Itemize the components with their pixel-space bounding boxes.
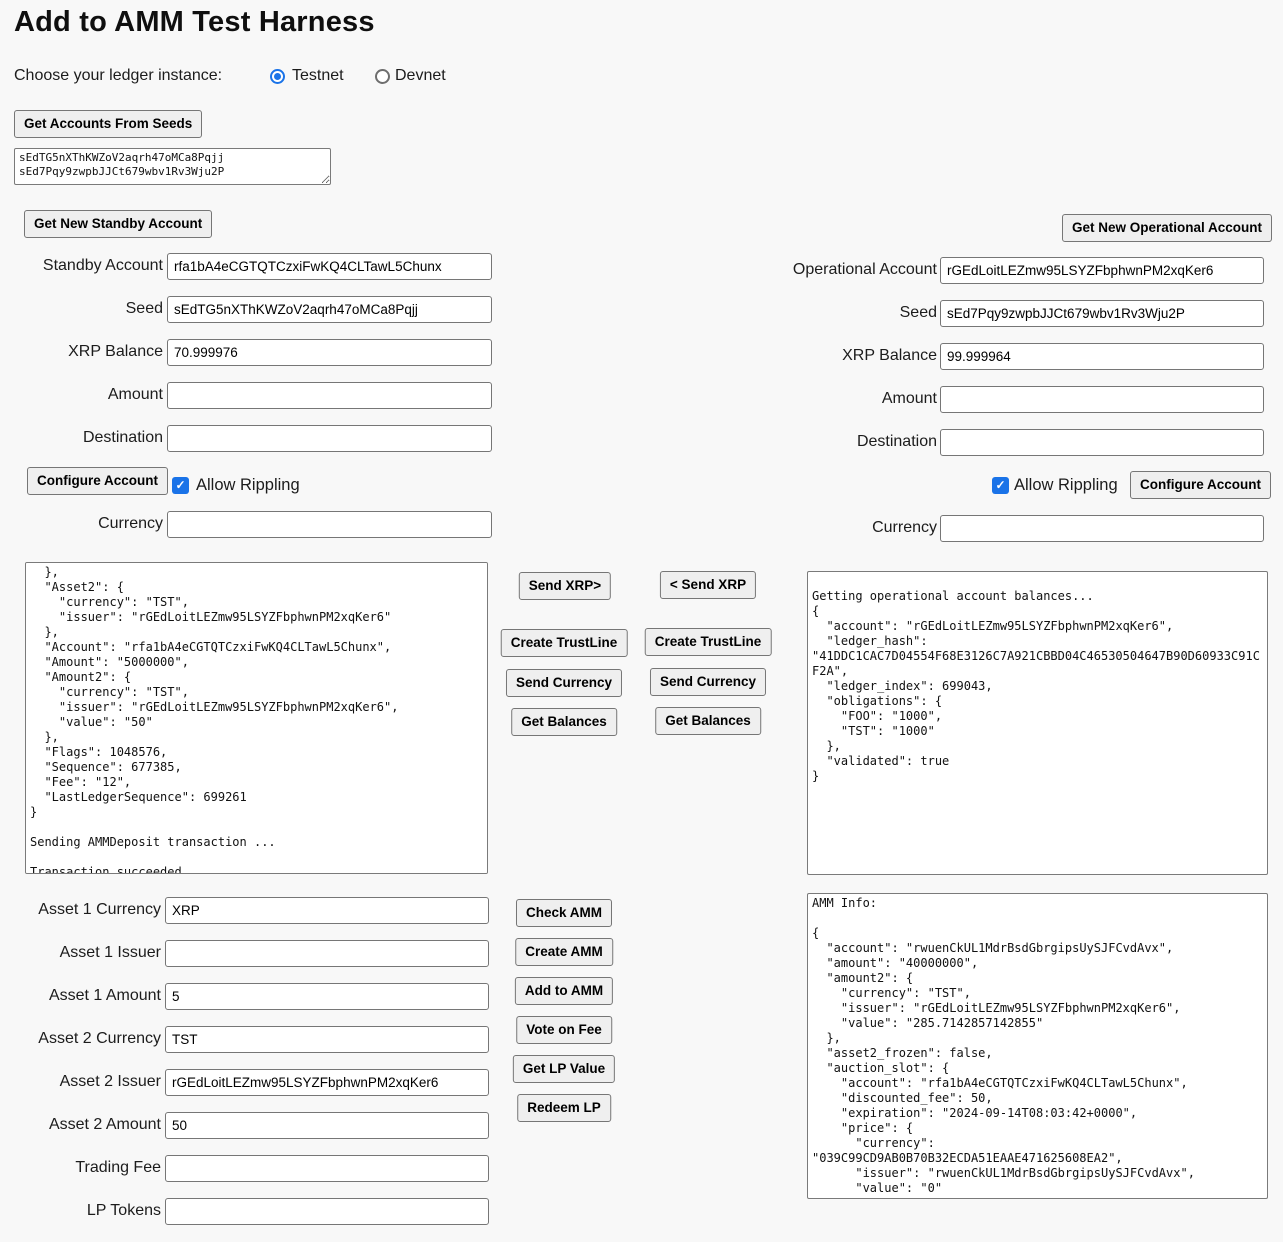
send-xrp-to-standby-button[interactable]: < Send XRP <box>660 571 756 599</box>
check-amm-button[interactable]: Check AMM <box>516 899 612 927</box>
lp-tokens-field[interactable] <box>165 1198 489 1225</box>
asset2-amount-label: Asset 2 Amount <box>0 1116 161 1134</box>
operational-send-currency-button[interactable]: Send Currency <box>650 668 766 696</box>
asset2-amount-field[interactable] <box>165 1112 489 1139</box>
create-amm-button[interactable]: Create AMM <box>515 938 613 966</box>
lp-tokens-label: LP Tokens <box>0 1202 161 1220</box>
operational-destination-field[interactable] <box>940 429 1264 456</box>
asset2-currency-label: Asset 2 Currency <box>0 1030 161 1048</box>
operational-get-balances-button[interactable]: Get Balances <box>655 707 761 735</box>
seeds-textarea[interactable]: sEdTG5nXThKWZoV2aqrh47oMCa8Pqjj sEd7Pqy9… <box>14 148 331 185</box>
send-xrp-to-operational-button[interactable]: Send XRP> <box>519 572 611 600</box>
operational-create-trustline-button[interactable]: Create TrustLine <box>645 628 772 656</box>
standby-results-textarea[interactable]: }, "Asset2": { "currency": "TST", "issue… <box>25 562 488 874</box>
standby-amount-field[interactable] <box>167 382 492 409</box>
standby-currency-field[interactable] <box>167 511 492 538</box>
operational-currency-field[interactable] <box>940 515 1264 542</box>
operational-amount-field[interactable] <box>940 386 1264 413</box>
get-accounts-from-seeds-button[interactable]: Get Accounts From Seeds <box>14 110 202 138</box>
get-new-operational-account-button[interactable]: Get New Operational Account <box>1062 214 1272 242</box>
operational-xrp-balance-label: XRP Balance <box>700 347 937 365</box>
standby-xrp-balance-field[interactable] <box>167 339 492 366</box>
asset2-currency-field[interactable] <box>165 1026 489 1053</box>
operational-results-textarea[interactable]: Getting operational account balances... … <box>807 571 1268 875</box>
redeem-lp-button[interactable]: Redeem LP <box>517 1094 611 1122</box>
trading-fee-label: Trading Fee <box>0 1159 161 1177</box>
asset1-amount-label: Asset 1 Amount <box>0 987 161 1005</box>
amm-test-harness-page: Add to AMM Test Harness Choose your ledg… <box>0 0 1283 1242</box>
operational-amount-label: Amount <box>700 390 937 408</box>
devnet-radio-label[interactable]: Devnet <box>395 67 446 85</box>
standby-seed-label: Seed <box>0 300 163 318</box>
standby-get-balances-button[interactable]: Get Balances <box>511 708 617 736</box>
standby-account-field[interactable] <box>167 253 492 280</box>
operational-xrp-balance-field[interactable] <box>940 343 1264 370</box>
asset2-issuer-label: Asset 2 Issuer <box>0 1073 161 1091</box>
operational-allow-rippling-checkbox[interactable]: ✓ <box>992 477 1009 494</box>
standby-amount-label: Amount <box>0 386 163 404</box>
standby-configure-account-button[interactable]: Configure Account <box>27 467 168 495</box>
trading-fee-field[interactable] <box>165 1155 489 1182</box>
get-lp-value-button[interactable]: Get LP Value <box>513 1055 615 1083</box>
standby-send-currency-button[interactable]: Send Currency <box>506 669 622 697</box>
standby-currency-label: Currency <box>0 515 163 533</box>
standby-account-label: Standby Account <box>0 257 163 275</box>
operational-seed-label: Seed <box>700 304 937 322</box>
operational-seed-field[interactable] <box>940 300 1264 327</box>
operational-account-field[interactable] <box>940 257 1264 284</box>
asset2-issuer-field[interactable] <box>165 1069 489 1096</box>
asset1-issuer-label: Asset 1 Issuer <box>0 944 161 962</box>
get-new-standby-account-button[interactable]: Get New Standby Account <box>24 210 212 238</box>
testnet-radio[interactable] <box>270 69 285 84</box>
radio-dot-icon <box>274 73 281 80</box>
ledger-instance-label: Choose your ledger instance: <box>14 67 222 85</box>
asset1-amount-field[interactable] <box>165 983 489 1010</box>
standby-allow-rippling-checkbox[interactable]: ✓ <box>172 477 189 494</box>
standby-destination-field[interactable] <box>167 425 492 452</box>
standby-allow-rippling-label: Allow Rippling <box>196 476 300 495</box>
vote-on-fee-button[interactable]: Vote on Fee <box>516 1016 612 1044</box>
page-title: Add to AMM Test Harness <box>14 6 375 39</box>
asset1-issuer-field[interactable] <box>165 940 489 967</box>
operational-allow-rippling-label: Allow Rippling <box>1014 476 1118 495</box>
operational-account-label: Operational Account <box>700 261 937 279</box>
operational-destination-label: Destination <box>700 433 937 451</box>
devnet-radio[interactable] <box>375 69 390 84</box>
standby-destination-label: Destination <box>0 429 163 447</box>
standby-seed-field[interactable] <box>167 296 492 323</box>
testnet-radio-label[interactable]: Testnet <box>292 67 344 85</box>
standby-xrp-balance-label: XRP Balance <box>0 343 163 361</box>
asset1-currency-label: Asset 1 Currency <box>0 901 161 919</box>
operational-configure-account-button[interactable]: Configure Account <box>1130 471 1271 499</box>
amm-info-textarea[interactable]: AMM Info: { "account": "rwuenCkUL1MdrBsd… <box>807 893 1268 1199</box>
operational-currency-label: Currency <box>700 519 937 537</box>
standby-create-trustline-button[interactable]: Create TrustLine <box>501 629 628 657</box>
asset1-currency-field[interactable] <box>165 897 489 924</box>
add-to-amm-button[interactable]: Add to AMM <box>515 977 613 1005</box>
